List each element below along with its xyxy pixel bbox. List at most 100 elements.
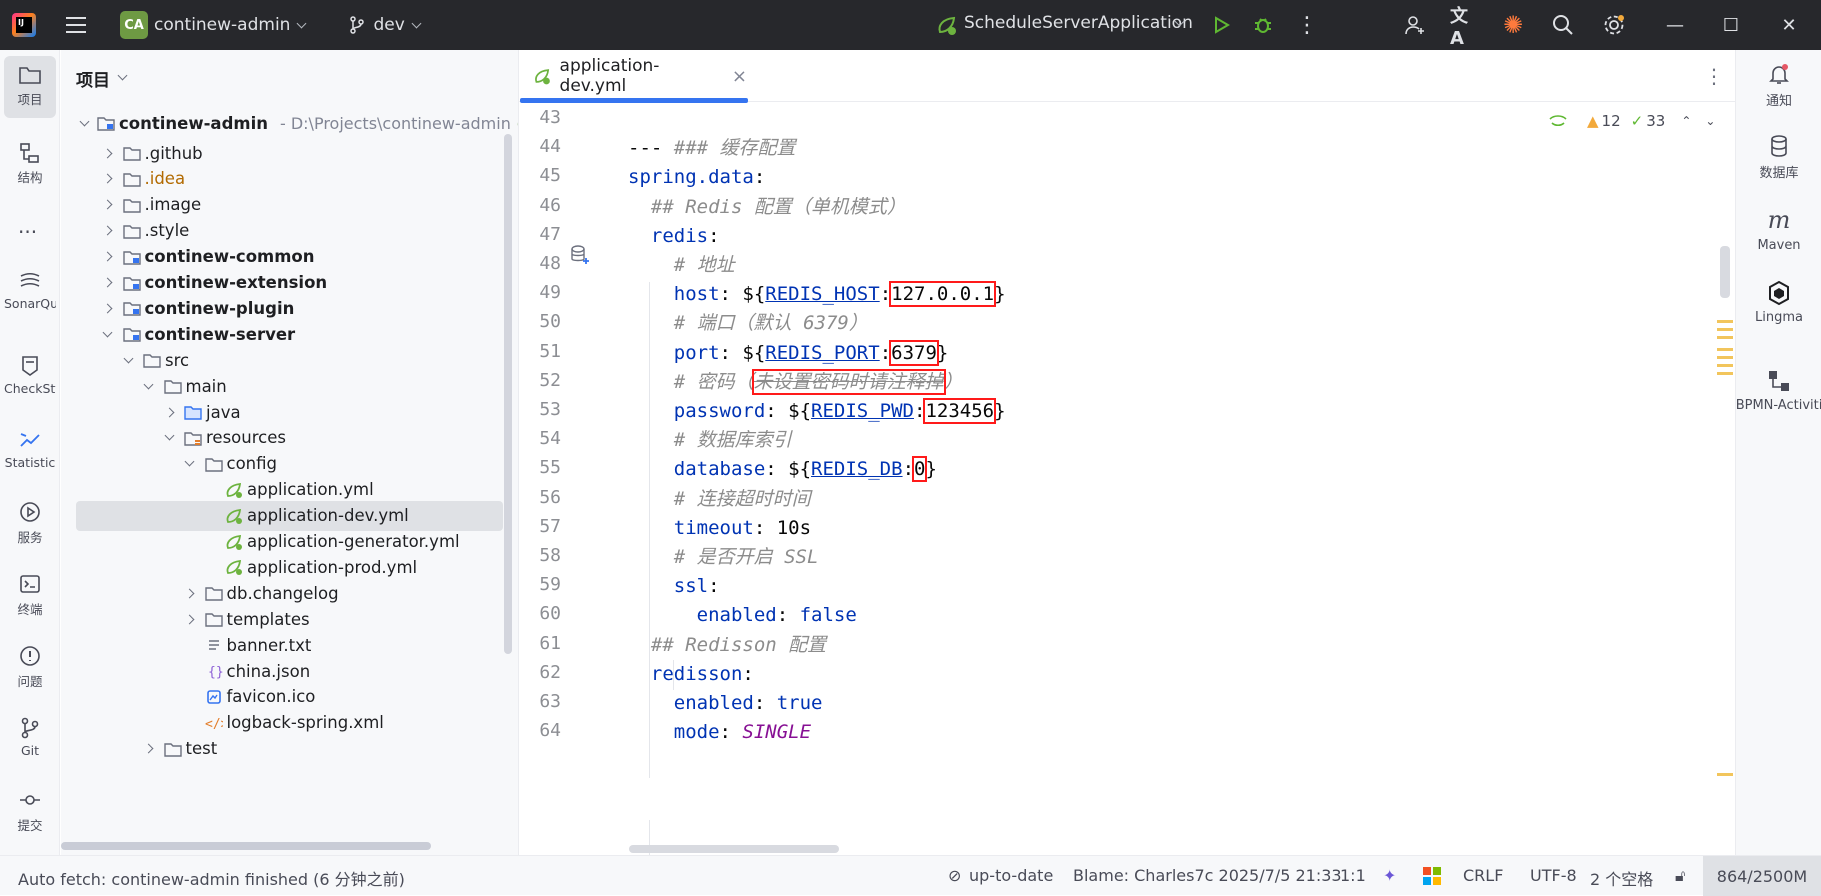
expand-toggle[interactable] xyxy=(143,380,155,392)
project-badge[interactable]: CA xyxy=(120,11,148,39)
search-icon[interactable] xyxy=(1550,12,1576,38)
line-separator[interactable]: CRLF xyxy=(1463,866,1503,885)
tool-maven[interactable]: m Maven xyxy=(1736,206,1821,253)
expand-toggle[interactable] xyxy=(102,277,114,289)
warning-stripe-mark[interactable] xyxy=(1717,356,1733,359)
warning-stripe-mark[interactable] xyxy=(1717,348,1733,351)
expand-toggle[interactable] xyxy=(143,743,155,755)
expand-toggle[interactable] xyxy=(163,406,175,418)
line-number[interactable]: 44 xyxy=(519,136,561,157)
tool-bpmn[interactable]: BPMN-Activiti xyxy=(1736,368,1821,413)
minimize-icon[interactable]: — xyxy=(1662,12,1688,38)
more-actions-icon[interactable]: ⋮ xyxy=(1294,12,1320,38)
ai-assistant-icon[interactable]: ✺ xyxy=(1500,11,1526,39)
line-number[interactable]: 62 xyxy=(519,662,561,683)
tool-sonarqube[interactable]: SonarQube for IDE xyxy=(4,262,56,342)
expand-toggle[interactable] xyxy=(102,302,114,314)
project-switcher[interactable]: continew-admin xyxy=(154,15,290,35)
expand-toggle[interactable] xyxy=(102,199,114,211)
vcs-status[interactable]: up-to-date xyxy=(969,866,1053,885)
more-tools-icon[interactable]: ··· xyxy=(18,220,37,244)
code-line[interactable]: enabled: true xyxy=(628,688,823,718)
code-editor[interactable]: --- ### 缓存配置 spring.data: ## Redis 配置（单机模… xyxy=(628,102,1688,862)
line-number[interactable]: 43 xyxy=(519,107,561,128)
lock-icon[interactable]: 🔓︎ xyxy=(1675,866,1685,886)
lingma-status-icon[interactable]: ✦ xyxy=(1383,866,1396,885)
code-line[interactable]: spring.data: xyxy=(628,162,765,192)
tool-services[interactable]: 服务 xyxy=(4,492,56,554)
code-line[interactable]: mode: SINGLE xyxy=(628,717,811,747)
intellij-logo-icon[interactable]: IJ xyxy=(12,13,36,37)
line-number[interactable]: 50 xyxy=(519,311,561,332)
close-tab-icon[interactable]: × xyxy=(732,66,747,87)
project-vertical-scrollbar[interactable] xyxy=(504,134,512,654)
expand-toggle[interactable] xyxy=(102,173,114,185)
maximize-icon[interactable]: ☐ xyxy=(1718,12,1744,38)
database-gutter-icon[interactable] xyxy=(569,244,591,266)
editor-vertical-scrollbar[interactable] xyxy=(1720,246,1730,298)
tab-options-icon[interactable]: ⋮ xyxy=(1704,64,1724,88)
code-line[interactable]: # 是否开启 SSL xyxy=(628,542,819,572)
chevron-down-icon[interactable] xyxy=(117,70,128,81)
tool-terminal[interactable]: 终端 xyxy=(4,564,56,626)
status-message[interactable]: Auto fetch: continew-admin finished (6 分… xyxy=(18,866,405,890)
tool-problems[interactable]: 问题 xyxy=(4,636,56,698)
line-number[interactable]: 53 xyxy=(519,399,561,420)
code-line[interactable]: --- ### 缓存配置 xyxy=(628,133,796,163)
add-user-icon[interactable] xyxy=(1402,12,1428,38)
chevron-down-icon[interactable] xyxy=(411,18,422,28)
code-line[interactable]: database: ${REDIS_DB:0} xyxy=(628,454,937,484)
expand-toggle[interactable] xyxy=(163,432,175,444)
debug-icon[interactable] xyxy=(1250,12,1276,38)
code-line[interactable]: enabled: false xyxy=(628,600,857,630)
expand-toggle[interactable] xyxy=(102,147,114,159)
warning-stripe-mark[interactable] xyxy=(1717,364,1733,367)
code-line[interactable]: password: ${REDIS_PWD:123456} xyxy=(628,396,1006,426)
run-icon[interactable] xyxy=(1208,12,1234,38)
warning-stripe-mark[interactable] xyxy=(1717,372,1733,375)
file-encoding[interactable]: UTF-8 xyxy=(1530,866,1577,885)
line-number[interactable]: 63 xyxy=(519,691,561,712)
expand-toggle[interactable] xyxy=(102,328,114,340)
git-branch-icon[interactable] xyxy=(349,16,365,34)
project-horizontal-scrollbar[interactable] xyxy=(61,842,431,850)
code-line[interactable]: # 密码（未设置密码时请注释掉） xyxy=(628,367,963,397)
line-number[interactable]: 56 xyxy=(519,487,561,508)
line-number[interactable]: 46 xyxy=(519,195,561,216)
settings-gear-icon[interactable] xyxy=(1601,12,1627,38)
line-number[interactable]: 49 xyxy=(519,282,561,303)
code-line[interactable]: ## Redis 配置（单机模式） xyxy=(628,192,906,222)
warning-stripe-mark[interactable] xyxy=(1717,773,1733,776)
code-line[interactable]: ssl: xyxy=(628,571,720,601)
line-number[interactable]: 61 xyxy=(519,633,561,654)
expand-toggle[interactable] xyxy=(122,354,134,366)
tool-statistic[interactable]: Statistic xyxy=(4,420,56,482)
code-line[interactable]: # 地址 xyxy=(628,250,735,280)
warning-stripe-mark[interactable] xyxy=(1717,336,1733,339)
tree-item[interactable]: test xyxy=(61,734,518,764)
code-line[interactable]: timeout: 10s xyxy=(628,513,811,543)
close-window-icon[interactable]: ✕ xyxy=(1776,12,1802,38)
line-number[interactable]: 55 xyxy=(519,457,561,478)
line-number[interactable]: 64 xyxy=(519,720,561,741)
expand-toggle[interactable] xyxy=(184,587,196,599)
expand-toggle[interactable] xyxy=(102,251,114,263)
caret-position[interactable]: 1:1 xyxy=(1340,866,1366,885)
code-line[interactable]: port: ${REDIS_PORT:6379} xyxy=(628,338,948,368)
line-number[interactable]: 52 xyxy=(519,370,561,391)
next-highlight-icon[interactable]: ⌄ xyxy=(1705,114,1715,128)
code-line[interactable]: # 数据库索引 xyxy=(628,425,792,455)
tool-structure[interactable]: 结构 xyxy=(4,134,56,196)
line-number-gutter[interactable]: 43 44 45 46 47 48 49 50 51 52 53 54 55 56 57 58 59 60 61 62… xyxy=(519,102,623,862)
warning-stripe-mark[interactable] xyxy=(1717,328,1733,331)
tool-database[interactable]: 数据库 xyxy=(1736,134,1821,181)
code-line[interactable]: ## Redisson 配置 xyxy=(628,630,826,660)
tool-project[interactable]: 项目 xyxy=(4,56,56,118)
line-number[interactable]: 47 xyxy=(519,224,561,245)
indent-setting[interactable]: 2 个空格 xyxy=(1590,866,1653,890)
line-number[interactable]: 48 xyxy=(519,253,561,274)
tool-lingma[interactable]: Lingma xyxy=(1736,280,1821,325)
memory-indicator[interactable]: 864/2500M xyxy=(1703,856,1821,896)
project-panel-title[interactable]: 项目 xyxy=(76,66,110,91)
run-configuration-selector[interactable]: ScheduleServerApplication xyxy=(964,13,1193,33)
